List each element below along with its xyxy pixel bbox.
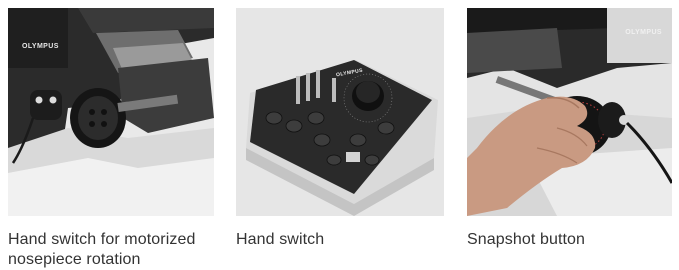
caption-snapshot-button: Snapshot button	[467, 231, 586, 248]
snapshot-button-image	[467, 8, 672, 216]
brand-logo-olympus: OLYMPUS	[625, 29, 662, 36]
product-card-nosepiece-switch: OLYMPUS Hand switch for motorized nosepi…	[8, 8, 214, 270]
nosepiece-switch-photo: OLYMPUS	[8, 8, 214, 216]
product-card-hand-switch: OLYMPUS Hand switch	[236, 8, 444, 250]
product-card-snapshot-button: OLYMPUS Snapshot button	[467, 8, 672, 250]
hand-switch-image	[236, 8, 444, 216]
nosepiece-switch-image	[8, 8, 214, 216]
brand-logo-olympus: OLYMPUS	[22, 43, 59, 50]
caption-hand-switch: Hand switch	[236, 231, 325, 248]
hand-switch-photo: OLYMPUS	[236, 8, 444, 216]
caption-nosepiece-switch: Hand switch for motorized nosepiece rota…	[8, 231, 196, 268]
snapshot-button-photo: OLYMPUS	[467, 8, 672, 216]
